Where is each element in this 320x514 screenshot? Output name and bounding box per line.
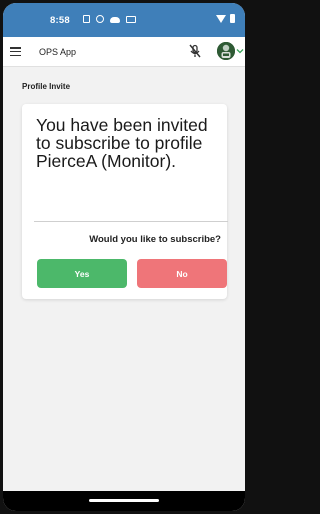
status-right (216, 14, 235, 23)
avatar[interactable] (217, 42, 235, 60)
status-bar: 8:58 (3, 3, 245, 37)
sim-icon (83, 15, 90, 23)
mic-off-icon[interactable] (187, 43, 203, 59)
home-handle[interactable] (89, 499, 159, 502)
chevron-down-icon[interactable] (236, 47, 244, 55)
no-button[interactable]: No (137, 259, 227, 288)
divider (34, 221, 228, 222)
section-title: Profile Invite (22, 82, 71, 91)
app-title: OPS App (39, 47, 77, 57)
phone-screen: 8:58 OPS App Profile Invite You have bee… (3, 3, 245, 511)
cloud-icon (110, 17, 120, 23)
system-nav-bar (3, 491, 245, 511)
yes-button-label: Yes (74, 268, 90, 279)
battery-icon (230, 14, 235, 23)
app-bar: OPS App (3, 37, 245, 67)
card-icon (126, 15, 136, 23)
invite-card: You have been invited to subscribe to pr… (22, 104, 228, 299)
no-button-label: No (176, 268, 188, 279)
menu-icon[interactable] (10, 47, 21, 57)
invite-message: You have been invited to subscribe to pr… (36, 115, 208, 171)
status-icons (83, 15, 136, 23)
status-time: 8:58 (50, 15, 70, 26)
subscribe-question: Would you like to subscribe? (89, 234, 221, 245)
circle-icon (96, 15, 104, 23)
yes-button[interactable]: Yes (37, 259, 127, 288)
wifi-icon (216, 14, 226, 23)
